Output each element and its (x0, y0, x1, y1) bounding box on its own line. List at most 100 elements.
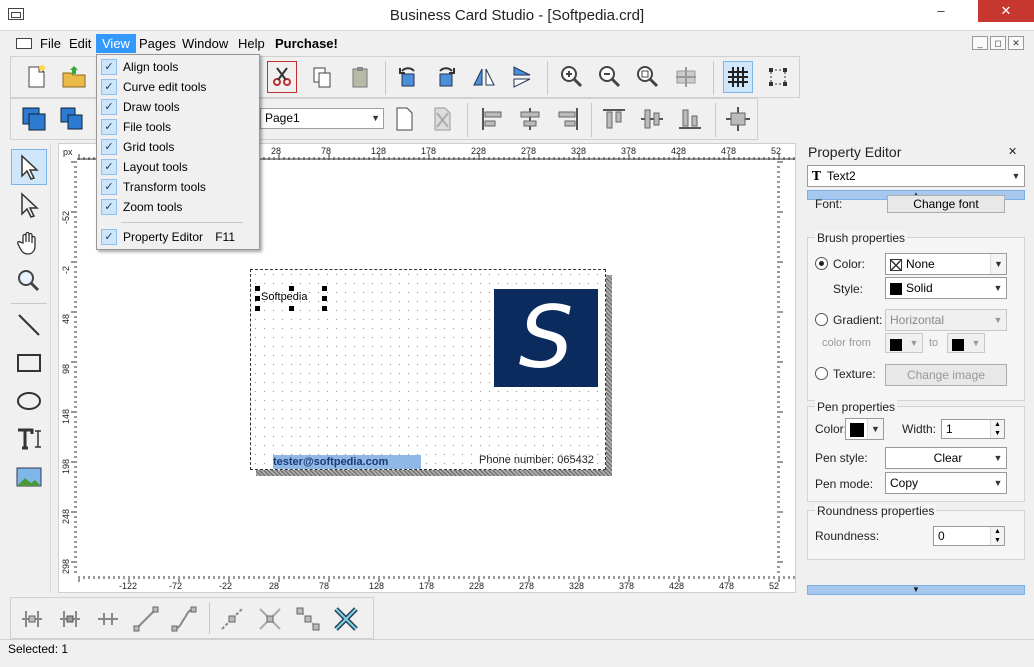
roundness-input[interactable]: 0 ▲ ▼ (933, 526, 1005, 546)
align-right-icon[interactable] (553, 103, 583, 135)
scroll-down-button[interactable]: ▼ (807, 585, 1025, 595)
menu-item-align-tools[interactable]: ✓ Align tools (99, 57, 257, 77)
zoom-out-icon[interactable] (595, 61, 625, 93)
menu-pages[interactable]: Pages (133, 34, 182, 53)
card-email-text[interactable]: tester@softpedia.com (273, 455, 421, 469)
pen-color-select[interactable]: ▼ (845, 418, 884, 440)
object-selector[interactable]: T Text2 ▼ (807, 165, 1025, 187)
close-button[interactable]: ✕ (978, 0, 1034, 22)
align-top-icon[interactable] (599, 103, 629, 135)
pen-width-input[interactable]: 1 ▲ ▼ (941, 419, 1005, 439)
texture-radio[interactable] (815, 367, 828, 380)
rectangle-tool-icon[interactable] (11, 345, 47, 381)
node-cusp-icon[interactable] (217, 603, 247, 635)
softpedia-logo[interactable]: S (494, 289, 598, 387)
gradient-select[interactable]: Horizontal ▼ (885, 309, 1007, 331)
zoom-page-icon[interactable] (671, 61, 701, 93)
new-page-icon[interactable] (389, 103, 419, 135)
selection-handle[interactable] (322, 306, 327, 311)
spin-updown-icon[interactable]: ▲ ▼ (990, 527, 1004, 545)
menu-edit[interactable]: Edit (63, 34, 97, 53)
node-smooth-icon[interactable] (255, 603, 285, 635)
select-arrow-icon[interactable] (11, 149, 47, 185)
flip-vertical-icon[interactable] (507, 61, 537, 93)
grid-icon[interactable] (723, 61, 753, 93)
selection-handle[interactable] (289, 286, 294, 291)
spin-updown-icon[interactable]: ▲ ▼ (990, 420, 1004, 438)
image-tool-icon[interactable] (11, 459, 47, 495)
selection-handle[interactable] (322, 286, 327, 291)
card-name-text[interactable]: Softpedia (261, 291, 307, 303)
card-phone-text[interactable]: Phone number: 065432 (479, 454, 594, 466)
menu-view[interactable]: View (96, 34, 136, 53)
align-left-icon[interactable] (477, 103, 507, 135)
gradient-to-color[interactable]: ▼ (947, 333, 985, 353)
menu-item-curve-edit-tools[interactable]: ✓ Curve edit tools (99, 77, 257, 97)
selection-handle[interactable] (255, 286, 260, 291)
menu-item-draw-tools[interactable]: ✓ Draw tools (99, 97, 257, 117)
open-folder-icon[interactable] (59, 61, 89, 93)
menu-item-grid-tools[interactable]: ✓ Grid tools (99, 137, 257, 157)
bring-to-front-icon[interactable] (19, 103, 49, 135)
menu-item-transform-tools[interactable]: ✓ Transform tools (99, 177, 257, 197)
align-center-icon[interactable] (515, 103, 545, 135)
cut-icon[interactable] (267, 61, 297, 93)
line-tool-icon[interactable] (11, 307, 47, 343)
pen-style-select[interactable]: Clear ▼ (885, 447, 1007, 469)
selection-handle[interactable] (255, 306, 260, 311)
gradient-from-color[interactable]: ▼ (885, 333, 923, 353)
close-icon[interactable]: ✕ (1008, 145, 1017, 158)
change-image-button[interactable]: Change image (885, 364, 1007, 386)
brush-color-select[interactable]: None ▼ (885, 253, 1007, 275)
delete-node-icon[interactable] (55, 603, 85, 635)
align-middle-icon[interactable] (637, 103, 667, 135)
join-nodes-icon[interactable] (93, 603, 123, 635)
break-curve-icon[interactable] (331, 603, 361, 635)
mdi-minimize-button[interactable]: _ (972, 36, 988, 50)
menu-window[interactable]: Window (176, 34, 234, 53)
business-card[interactable]: Softpedia S tester@softpedia.com Phone n… (250, 269, 606, 470)
pen-mode-select[interactable]: Copy ▼ (885, 472, 1007, 494)
center-on-page-icon[interactable] (723, 103, 753, 135)
zoom-in-icon[interactable] (557, 61, 587, 93)
text-tool-icon[interactable] (11, 421, 47, 457)
change-font-button[interactable]: Change font (887, 195, 1005, 213)
menu-purchase[interactable]: Purchase! (269, 34, 344, 53)
menu-item-property-editor[interactable]: ✓ Property Editor F11 (99, 227, 257, 247)
selection-handle[interactable] (255, 296, 260, 301)
copy-icon[interactable] (307, 61, 337, 93)
brush-style-select[interactable]: Solid ▼ (885, 277, 1007, 299)
new-file-icon[interactable] (21, 61, 51, 93)
page-selector[interactable]: Page1 ▼ (260, 108, 384, 129)
rotate-right-icon[interactable] (431, 61, 461, 93)
ellipse-tool-icon[interactable] (11, 383, 47, 419)
to-line-icon[interactable] (131, 603, 161, 635)
mdi-close-button[interactable]: ✕ (1008, 36, 1024, 50)
add-node-icon[interactable] (17, 603, 47, 635)
menu-item-zoom-tools[interactable]: ✓ Zoom tools (99, 197, 257, 217)
menu-file[interactable]: File (34, 34, 67, 53)
gradient-radio[interactable] (815, 313, 828, 326)
send-to-back-icon[interactable] (57, 103, 87, 135)
paste-icon[interactable] (345, 61, 375, 93)
zoom-fit-icon[interactable] (633, 61, 663, 93)
node-edit-icon[interactable] (11, 187, 47, 223)
zoom-tool-icon[interactable] (11, 263, 47, 299)
rotate-left-icon[interactable] (393, 61, 423, 93)
pan-hand-icon[interactable] (11, 225, 47, 261)
menu-item-layout-tools[interactable]: ✓ Layout tools (99, 157, 257, 177)
menu-item-file-tools[interactable]: ✓ File tools (99, 117, 257, 137)
snap-to-grid-icon[interactable] (763, 61, 793, 93)
node-symmetric-icon[interactable] (293, 603, 323, 635)
to-curve-icon[interactable] (169, 603, 199, 635)
brush-color-radio[interactable] (815, 257, 828, 270)
selection-handle[interactable] (322, 296, 327, 301)
menu-help[interactable]: Help (232, 34, 271, 53)
delete-page-icon[interactable] (427, 103, 457, 135)
mdi-restore-button[interactable]: ◻ (990, 36, 1006, 50)
flip-horizontal-icon[interactable] (469, 61, 499, 93)
document-icon[interactable] (16, 38, 32, 49)
align-bottom-icon[interactable] (675, 103, 705, 135)
selection-handle[interactable] (289, 306, 294, 311)
minimize-button[interactable]: – (928, 0, 954, 22)
